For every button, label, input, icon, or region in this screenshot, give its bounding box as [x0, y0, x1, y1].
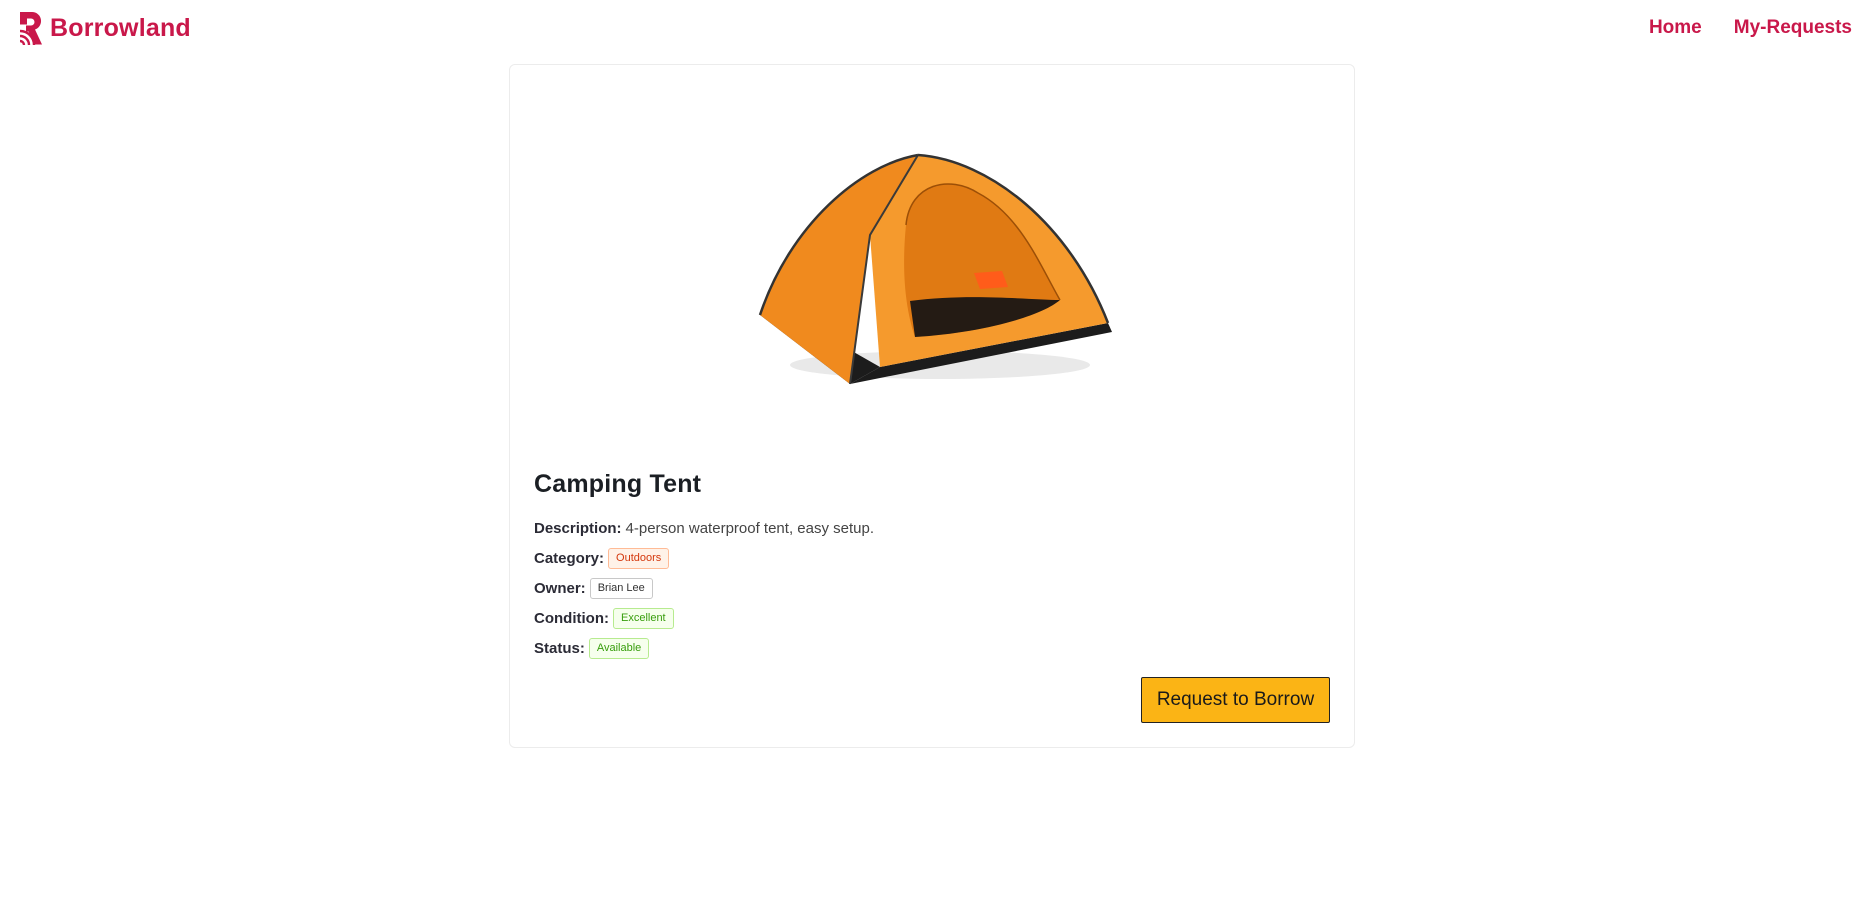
- owner-row: Owner: Brian Lee: [534, 573, 1330, 603]
- status-row: Status: Available: [534, 633, 1330, 663]
- borrowland-logo-icon: [19, 11, 42, 46]
- condition-row: Condition: Excellent: [534, 603, 1330, 633]
- description-value: 4-person waterproof tent, easy setup.: [625, 519, 874, 537]
- status-badge: Available: [588, 637, 650, 659]
- condition-badge: Excellent: [612, 607, 674, 629]
- condition-label: Condition:: [534, 609, 609, 627]
- category-badge: Outdoors: [608, 547, 670, 569]
- nav-link-home[interactable]: Home: [1649, 17, 1702, 39]
- owner-label: Owner:: [534, 579, 586, 597]
- item-title: Camping Tent: [534, 470, 702, 498]
- owner-badge: Brian Lee: [589, 577, 653, 599]
- tent-image: [758, 153, 1112, 385]
- description-row: Description: 4-person waterproof tent, e…: [534, 513, 1330, 543]
- status-label: Status:: [534, 639, 585, 657]
- item-details: Camping Tent Description: 4-person water…: [534, 470, 1330, 663]
- description-label: Description:: [534, 519, 622, 537]
- nav-links: Home My-Requests: [1649, 17, 1852, 39]
- category-row: Category: Outdoors: [534, 543, 1330, 573]
- category-label: Category:: [534, 549, 605, 567]
- nav-link-my-requests[interactable]: My-Requests: [1734, 17, 1852, 39]
- navbar: Borrowland Home My-Requests: [0, 0, 1866, 60]
- brand-link[interactable]: Borrowland: [18, 10, 191, 47]
- request-to-borrow-button[interactable]: Request to Borrow: [1141, 677, 1330, 723]
- item-card: Camping Tent Description: 4-person water…: [509, 64, 1355, 748]
- brand-name: Borrowland: [50, 14, 191, 42]
